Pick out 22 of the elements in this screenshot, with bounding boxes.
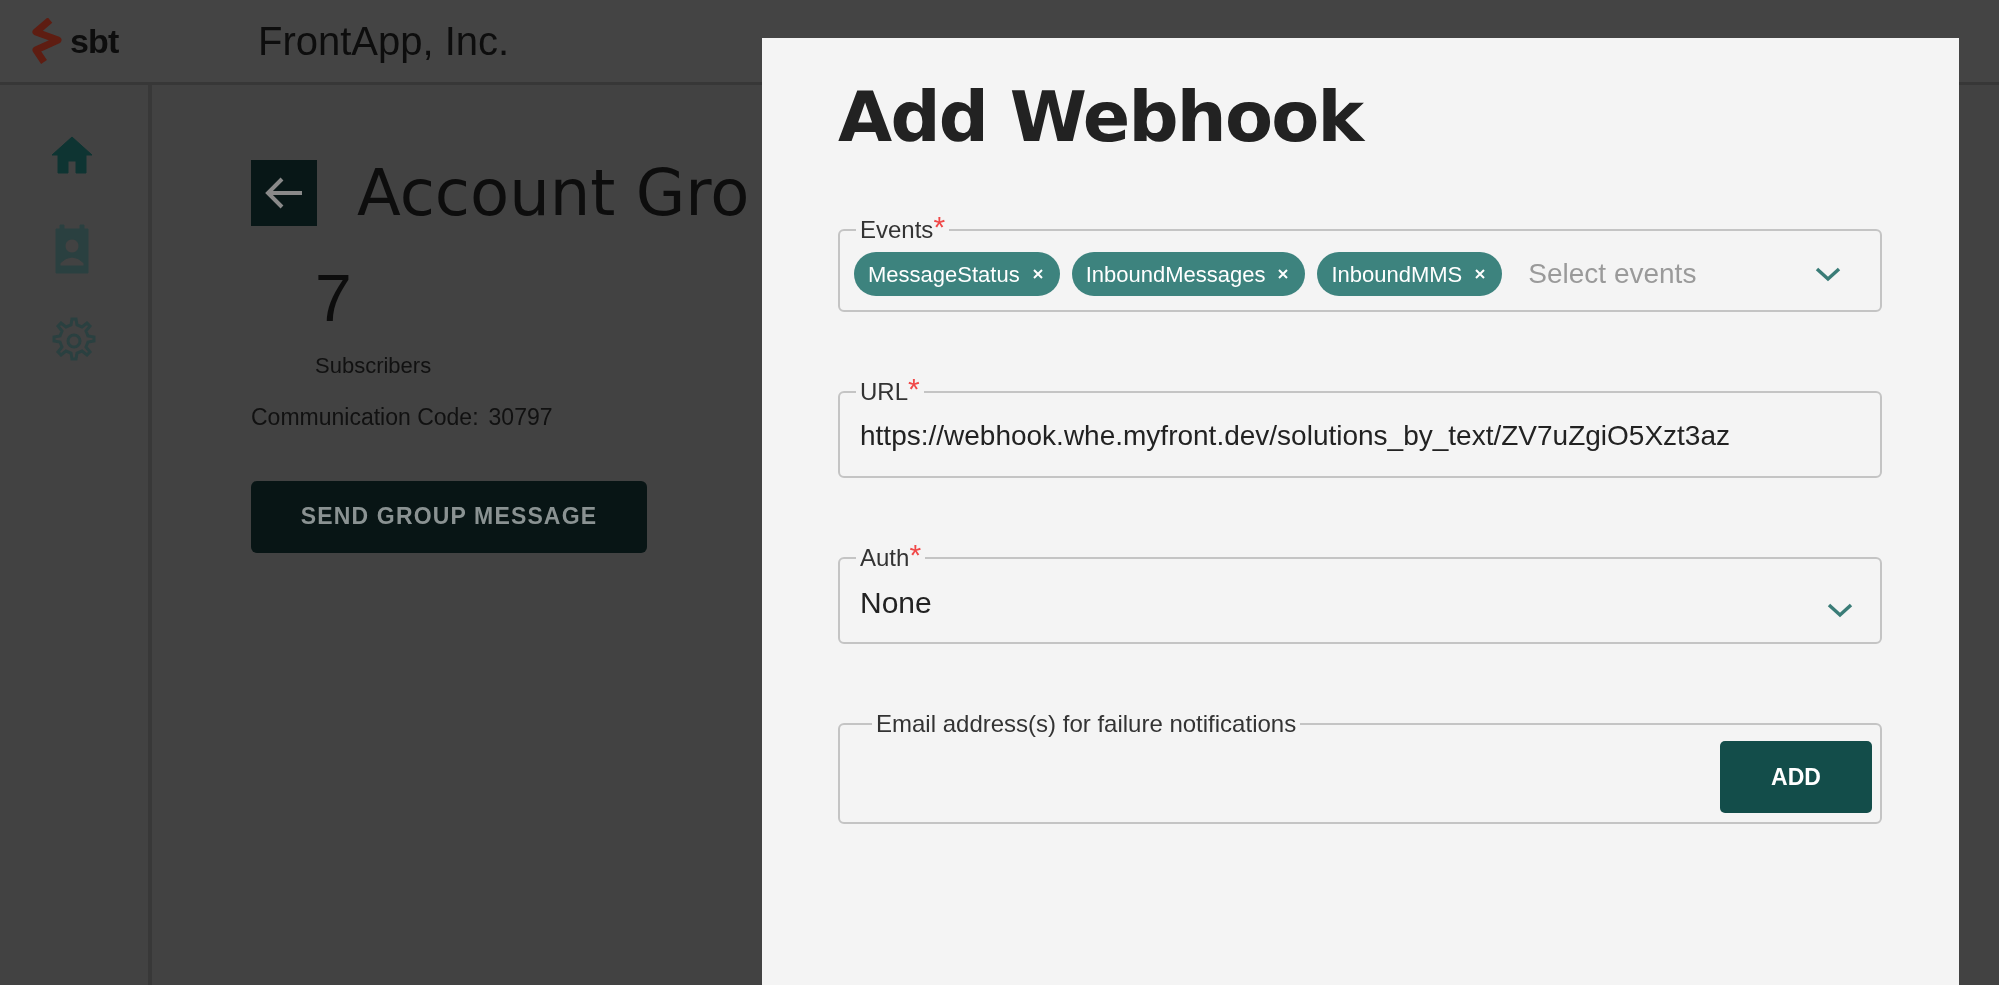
chip-label: InboundMMS: [1331, 260, 1463, 289]
url-value: https://webhook.whe.myfront.dev/solutions_by_text/ZV7uZgiO5Xzt3az: [860, 419, 1730, 453]
back-button[interactable]: [251, 160, 317, 226]
chevron-down-icon: [1814, 266, 1842, 282]
field-label: Auth: [860, 544, 910, 571]
add-button[interactable]: ADD: [1720, 741, 1872, 813]
arrow-left-icon: [264, 176, 304, 210]
required-asterisk: *: [909, 538, 922, 571]
auth-value: None: [860, 584, 933, 621]
field-label: URL: [860, 378, 908, 405]
required-asterisk: *: [933, 210, 946, 243]
dialog-title: Add Webhook: [838, 82, 1366, 152]
events-placeholder: Select events: [1528, 257, 1698, 291]
logo-text: sbt: [70, 20, 119, 62]
chip-label: InboundMessages: [1085, 260, 1266, 289]
field-label: Events: [860, 216, 934, 243]
chip-label: MessageStatus: [868, 260, 1020, 289]
chevron-down-icon: [1826, 602, 1854, 618]
send-group-message-button[interactable]: SEND GROUP MESSAGE: [251, 480, 647, 553]
field-label: Email address(s) for failure notifications: [876, 710, 1297, 737]
remove-chip-icon[interactable]: [1031, 267, 1046, 281]
required-asterisk: *: [908, 372, 920, 405]
